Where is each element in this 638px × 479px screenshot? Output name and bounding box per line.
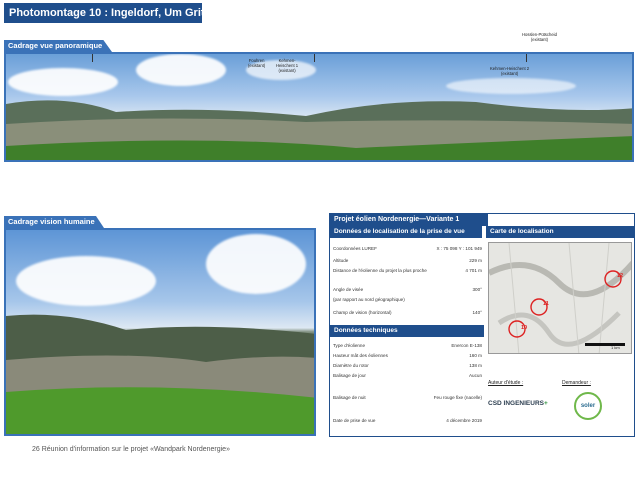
slide-footer: 26 Réunion d'information sur le projet «… xyxy=(32,446,230,453)
tech-value: 160 m xyxy=(469,353,482,358)
panorama-tab: Cadrage vue panoramique xyxy=(4,40,112,52)
map-header: Carte de localisation xyxy=(486,226,634,238)
tech-label: Balisage de nuit xyxy=(333,395,366,400)
loc-value: 229 m xyxy=(469,258,482,263)
location-data-header: Données de localisation de la prise de v… xyxy=(330,226,482,238)
author-label: Auteur d'étude : xyxy=(488,380,524,386)
landscape xyxy=(6,100,632,160)
loc-label: (par rapport au nord géographique) xyxy=(333,297,405,302)
csd-logo: CSD INGENIEURS+ xyxy=(488,400,548,407)
map-turbine-11: 11 xyxy=(543,301,549,307)
page-title: Photomontage 10 : Ingeldorf, Um Gritt xyxy=(4,3,208,23)
loc-label: Champ de vision (horizontal) xyxy=(333,310,392,315)
tech-value: 138 m xyxy=(469,363,482,368)
tech-value: Enercon E-138 xyxy=(451,343,482,348)
map-turbine-10: 10 xyxy=(521,325,528,331)
location-table: Coordonnées LUREF X : 75 098 Y : 101 949… xyxy=(330,242,484,322)
loc-label: Angle de visée xyxy=(333,287,364,292)
loc-value: 300° xyxy=(472,287,482,292)
annotation-kehmen-2: Kehmen-Heischent 2 (existant) xyxy=(490,66,530,76)
loc-label: Altitude xyxy=(333,258,349,263)
tech-value: 4 décembre 2019 xyxy=(446,418,482,423)
loc-value: 140° xyxy=(472,310,482,315)
human-vision-tab: Cadrage vision humaine xyxy=(4,216,104,228)
loc-label: Coordonnées LUREF xyxy=(333,246,377,251)
technical-data-header: Données techniques xyxy=(330,325,484,337)
loc-value: X : 75 098 Y : 101 949 xyxy=(436,246,482,251)
project-header: Projet éolien Nordenergie—Variante 1 xyxy=(330,214,488,226)
tech-label: Diamètre du rotor xyxy=(333,363,369,368)
annotation-kehmen-1: Kehmen- Heischent 1 (existant) xyxy=(276,58,299,73)
tech-label: Type d'éolienne xyxy=(333,343,366,348)
technical-table: Type d'éolienne Enercon E-138 Hauteur mâ… xyxy=(330,340,484,434)
tech-label: Balisage de jour xyxy=(333,373,366,378)
tech-label: Date de prise de vue xyxy=(333,418,376,423)
panorama-photo xyxy=(4,52,634,162)
tech-label: Hauteur mât des éoliennes xyxy=(333,353,388,358)
loc-label: Distance de l'éolienne du projet la plus… xyxy=(333,268,427,273)
soler-logo: soler xyxy=(574,392,602,420)
location-map: 10 11 12 1 km xyxy=(488,242,632,354)
human-vision-photo xyxy=(4,228,316,436)
map-scale: 1 km xyxy=(611,345,620,350)
tech-value: Feu rouge fixe (nacelle) xyxy=(433,395,482,400)
annotation-fouhren: Fouhren (existant) xyxy=(248,58,266,68)
map-turbine-12: 12 xyxy=(617,273,624,279)
tech-value: Aucun xyxy=(468,373,482,378)
loc-value: 4 701 m xyxy=(465,268,482,273)
client-label: Demandeur : xyxy=(562,380,591,386)
annotation-hosslen: Hosslen-Pütscheid (existant) xyxy=(522,32,557,42)
